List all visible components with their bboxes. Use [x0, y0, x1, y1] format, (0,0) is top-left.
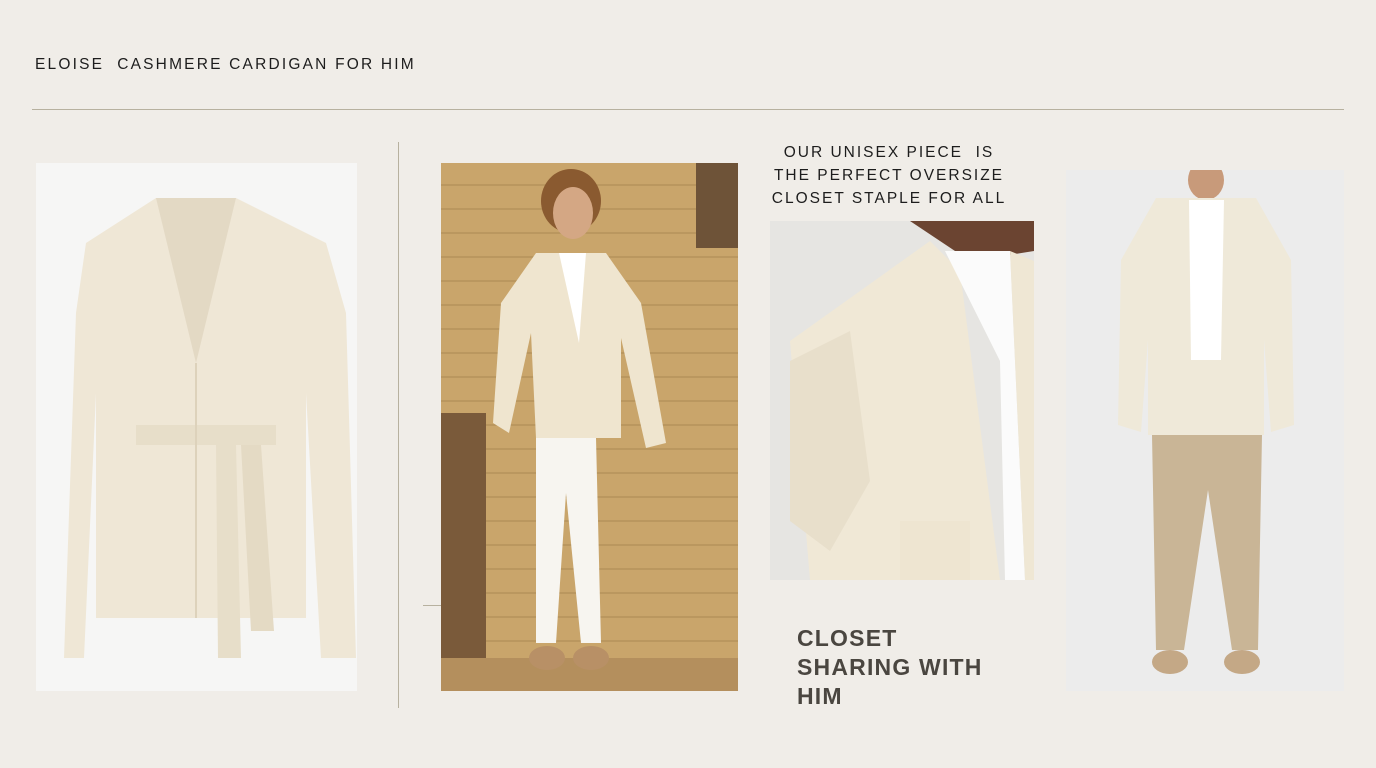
closet-sharing-heading: CLOSET SHARING WITH HIM — [797, 624, 983, 711]
heading-line-2: SHARING WITH — [797, 654, 983, 680]
divider-stub — [423, 605, 441, 606]
quote-line-3: CLOSET STAPLE FOR ALL — [771, 190, 1007, 207]
quote-line-1: OUR UNISEX PIECE IS — [783, 144, 995, 161]
vertical-divider — [398, 142, 399, 708]
photo-model-brick-wall — [441, 163, 738, 691]
quote-line-2: THE PERFECT OVERSIZE — [773, 167, 1005, 184]
product-photo-cardigan — [36, 163, 357, 691]
photo-model-full-body — [1066, 170, 1344, 691]
header-divider — [32, 109, 1344, 110]
page-title: ELOISE CASHMERE CARDIGAN FOR HIM — [35, 56, 416, 73]
heading-line-1: CLOSET — [797, 625, 898, 651]
heading-line-3: HIM — [797, 683, 843, 709]
unisex-quote: OUR UNISEX PIECE IS THE PERFECT OVERSIZE… — [760, 141, 1018, 210]
photo-closeup-detail — [770, 221, 1034, 580]
